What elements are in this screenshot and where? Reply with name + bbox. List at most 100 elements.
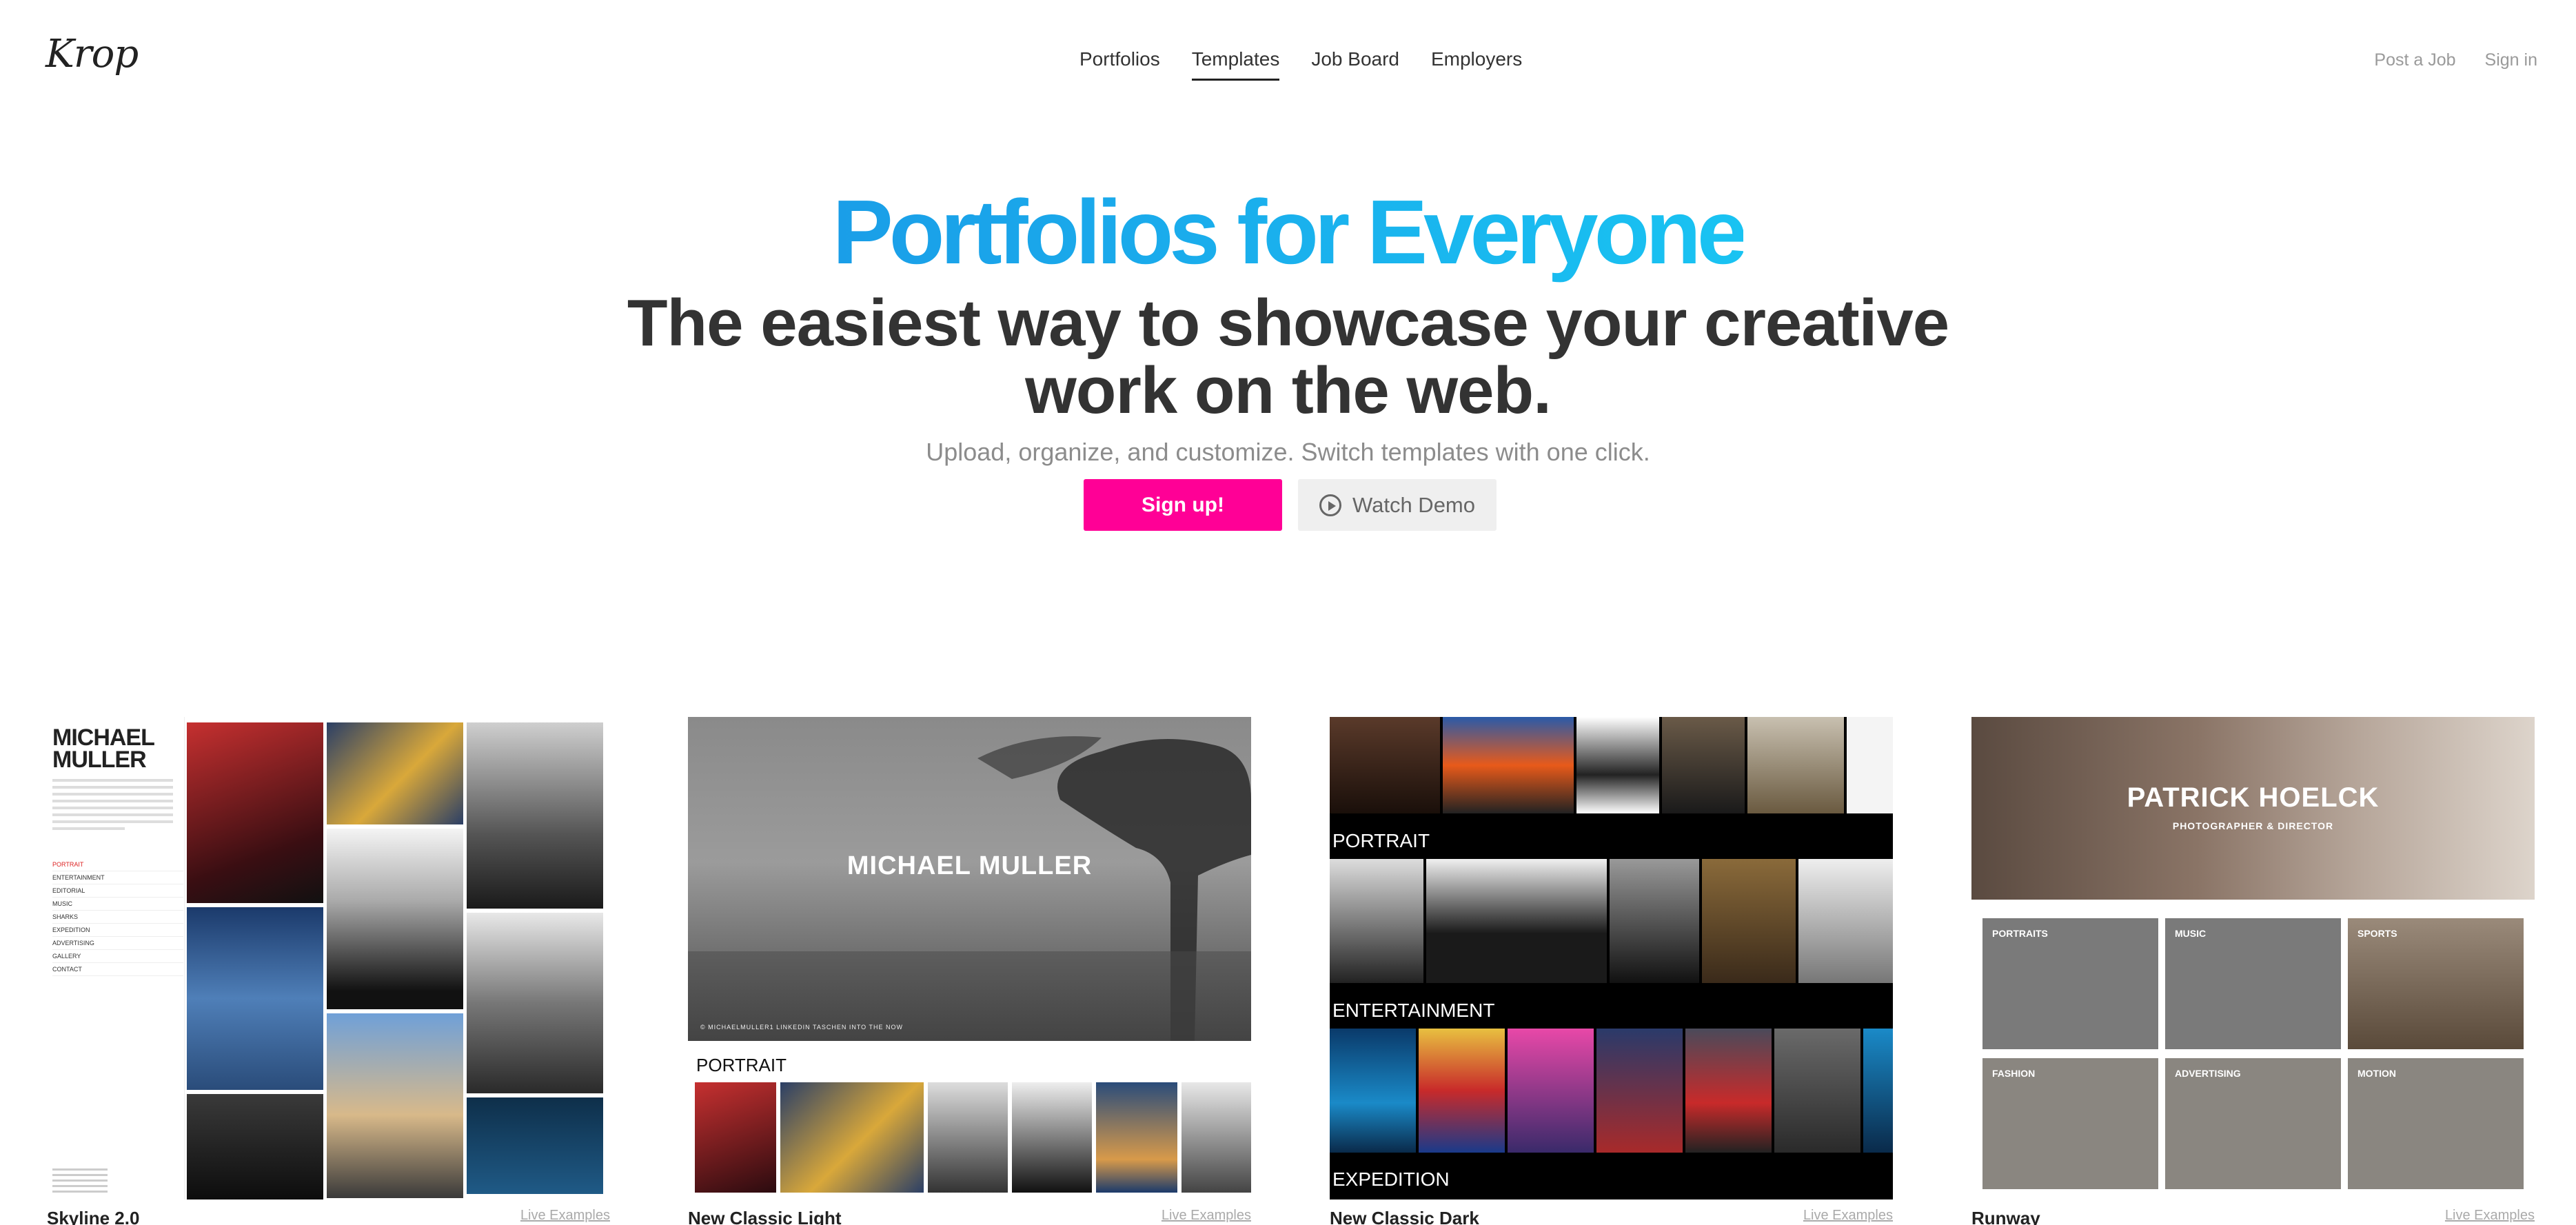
classic-dark-section-label: EXPEDITION (1332, 1168, 1450, 1190)
skyline-sidebar: MICHAEL MULLER PORTRAIT ENTERTAINMENT ED… (47, 717, 185, 1199)
site-header: Krop Portfolios Templates Job Board Empl… (0, 0, 2576, 124)
nav-templates[interactable]: Templates (1191, 48, 1280, 81)
classic-dark-section-label: ENTERTAINMENT (1332, 1000, 1495, 1021)
live-examples-link[interactable]: Live Examples (2445, 1208, 2535, 1224)
runway-tile-label: PORTRAITS (1992, 928, 2048, 939)
skyline-photo (467, 722, 603, 909)
classic-dark-photo (1330, 859, 1423, 983)
runway-site-subtitle: PHOTOGRAPHER & DIRECTOR (2172, 820, 2334, 831)
sign-in-link[interactable]: Sign in (2485, 50, 2537, 70)
krop-logo[interactable]: Krop (45, 32, 139, 77)
template-card-classic-dark: PORTRAIT ENTERTAINMENT EXPEDITION New Cl… (1330, 717, 1893, 1225)
nav-employers[interactable]: Employers (1431, 48, 1522, 81)
runway-tile-label: MOTION (2357, 1068, 2396, 1079)
runway-site-name: PATRICK HOELCK (2127, 782, 2380, 813)
template-card-runway: PATRICK HOELCK PHOTOGRAPHER & DIRECTOR P… (1971, 717, 2535, 1225)
skyline-site-name: MICHAEL MULLER (52, 725, 154, 773)
hero-subheadline: The easiest way to showcase your creativ… (627, 286, 1949, 427)
runway-tile-label: SPORTS (2357, 928, 2397, 939)
watch-demo-button[interactable]: Watch Demo (1298, 479, 1497, 531)
runway-tile-label: FASHION (1992, 1068, 2036, 1079)
skyline-menu: PORTRAIT ENTERTAINMENT EDITORIAL MUSIC S… (52, 858, 183, 976)
template-title[interactable]: Skyline 2.0 (47, 1208, 139, 1225)
template-preview-classic-dark[interactable]: PORTRAIT ENTERTAINMENT EXPEDITION (1330, 717, 1893, 1199)
classic-light-site-name: MICHAEL MULLER (846, 851, 1093, 880)
classic-light-photo (1096, 1082, 1177, 1193)
classic-dark-photo (1610, 859, 1699, 983)
skyline-menu-item: ENTERTAINMENT (52, 871, 183, 884)
runway-hero-image: PATRICK HOELCK PHOTOGRAPHER & DIRECTOR (1971, 717, 2535, 900)
skyline-menu-item: ADVERTISING (52, 937, 183, 950)
skyline-photo (467, 1097, 603, 1194)
skyline-menu-item: EDITORIAL (52, 884, 183, 898)
classic-dark-poster (1863, 1029, 1893, 1153)
classic-dark-photo (1576, 717, 1659, 813)
skyline-photo (187, 722, 323, 903)
watch-demo-label: Watch Demo (1352, 492, 1475, 517)
classic-dark-photo (1702, 859, 1796, 983)
skyline-photo (467, 913, 603, 1093)
classic-light-hero-image: MICHAEL MULLER © MICHAELMULLER1 LINKEDIN… (688, 717, 1251, 1041)
skyline-menu-item: GALLERY (52, 950, 183, 963)
nav-job-board[interactable]: Job Board (1311, 48, 1399, 81)
classic-dark-poster (1596, 1029, 1683, 1153)
skyline-menu-item: EXPEDITION (52, 924, 183, 937)
hero-tagline: Upload, organize, and customize. Switch … (926, 438, 1650, 466)
nav-portfolios[interactable]: Portfolios (1079, 48, 1160, 81)
classic-dark-poster (1508, 1029, 1594, 1153)
skyline-footer (52, 1165, 108, 1193)
live-examples-link[interactable]: Live Examples (1162, 1208, 1251, 1224)
classic-dark-poster (1419, 1029, 1505, 1153)
template-title[interactable]: Runway (1971, 1208, 2040, 1225)
classic-dark-poster (1330, 1029, 1416, 1153)
classic-dark-poster (1774, 1029, 1860, 1153)
classic-dark-photo (1443, 717, 1574, 813)
post-job-link[interactable]: Post a Job (2374, 50, 2455, 70)
template-title[interactable]: New Classic Dark (1330, 1208, 1479, 1225)
skyline-menu-item: SHARKS (52, 911, 183, 924)
skyline-photo (187, 1094, 323, 1199)
runway-category-tile: FASHION (1982, 1058, 2158, 1189)
skyline-menu-item: MUSIC (52, 898, 183, 911)
classic-light-section-label: PORTRAIT (696, 1055, 787, 1075)
template-preview-runway[interactable]: PATRICK HOELCK PHOTOGRAPHER & DIRECTOR P… (1971, 717, 2535, 1199)
runway-tile-label: ADVERTISING (2175, 1068, 2241, 1079)
template-preview-skyline[interactable]: MICHAEL MULLER PORTRAIT ENTERTAINMENT ED… (47, 717, 610, 1199)
signup-button[interactable]: Sign up! (1084, 479, 1282, 531)
classic-dark-poster (1685, 1029, 1772, 1153)
classic-dark-photo (1426, 859, 1607, 983)
runway-category-tile: PORTRAITS (1982, 918, 2158, 1049)
classic-light-photo (780, 1082, 924, 1193)
runway-category-tile: MOTION (2348, 1058, 2524, 1189)
classic-light-photo (928, 1082, 1008, 1193)
classic-light-footer: © MICHAELMULLER1 LINKEDIN TASCHEN INTO T… (700, 1024, 904, 1031)
account-links: Post a Job Sign in (2374, 50, 2537, 70)
runway-category-tile: SPORTS (2348, 918, 2524, 1049)
classic-dark-photo (1747, 717, 1844, 813)
skyline-photo (327, 722, 463, 824)
runway-tile-label: MUSIC (2175, 928, 2207, 939)
hero-headline: Portfolios for Everyone (0, 181, 2576, 284)
skyline-photo (327, 829, 463, 1009)
classic-light-photo (1012, 1082, 1092, 1193)
classic-dark-photo (1330, 717, 1440, 813)
classic-dark-photo (1798, 859, 1893, 983)
skyline-menu-item: CONTACT (52, 963, 183, 976)
template-card-classic-light: MICHAEL MULLER © MICHAELMULLER1 LINKEDIN… (688, 717, 1251, 1225)
template-card-skyline: MICHAEL MULLER PORTRAIT ENTERTAINMENT ED… (47, 717, 610, 1225)
skyline-photo (327, 1013, 463, 1198)
classic-light-photo (695, 1082, 776, 1193)
live-examples-link[interactable]: Live Examples (1803, 1208, 1893, 1224)
skyline-menu-item: PORTRAIT (52, 858, 183, 871)
skyline-bio (52, 779, 173, 834)
classic-light-photo (1181, 1082, 1251, 1193)
template-title[interactable]: New Classic Light (688, 1208, 842, 1225)
main-nav: Portfolios Templates Job Board Employers (1079, 48, 1522, 81)
classic-dark-photo (1662, 717, 1745, 813)
runway-category-tile: ADVERTISING (2165, 1058, 2341, 1189)
classic-dark-section-label: PORTRAIT (1332, 830, 1430, 851)
skyline-photo (187, 907, 323, 1090)
template-preview-classic-light[interactable]: MICHAEL MULLER © MICHAELMULLER1 LINKEDIN… (688, 717, 1251, 1199)
hero-headline-text: Portfolios for Everyone (832, 181, 1748, 283)
live-examples-link[interactable]: Live Examples (520, 1208, 610, 1224)
